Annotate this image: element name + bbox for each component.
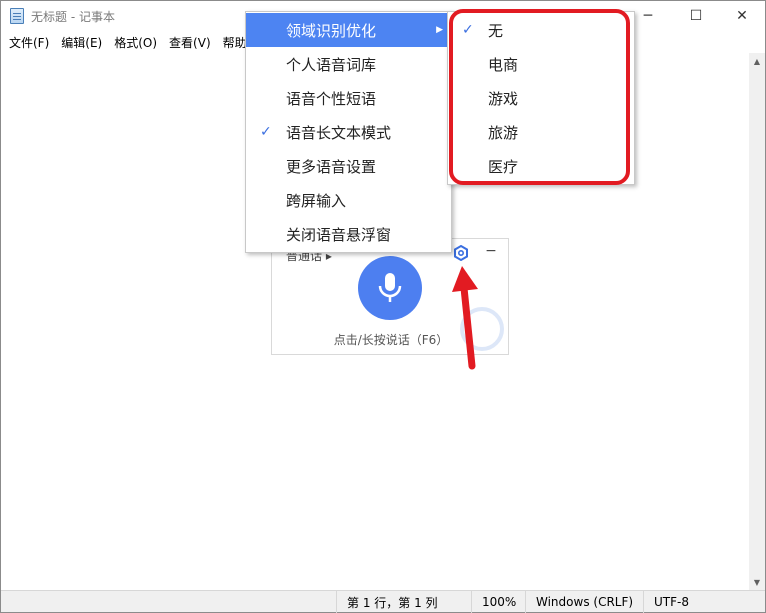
menu-file[interactable]: 文件(F): [3, 34, 55, 51]
status-line-ending: Windows (CRLF): [525, 591, 643, 613]
close-button[interactable]: ✕: [719, 1, 765, 31]
microphone-button[interactable]: [358, 256, 422, 320]
vertical-scrollbar[interactable]: ▲ ▼: [749, 53, 765, 590]
menu-format[interactable]: 格式(O): [108, 34, 163, 51]
voice-settings-menu: 领域识别优化 ▶ 个人语音词库 语音个性短语 ✓ 语音长文本模式 更多语音设置 …: [245, 11, 452, 253]
red-arrow-annotation-icon: [452, 266, 478, 370]
status-zoom: 100%: [471, 591, 525, 613]
menu-item-cross-screen-input[interactable]: 跨屏输入: [246, 183, 451, 217]
menu-item-close-floating-window[interactable]: 关闭语音悬浮窗: [246, 217, 451, 251]
check-icon: ✓: [260, 124, 272, 140]
maximize-button[interactable]: ☐: [673, 1, 719, 31]
menu-item-voice-phrases[interactable]: 语音个性短语: [246, 81, 451, 115]
status-cursor-position: 第 1 行，第 1 列: [336, 591, 471, 613]
menu-view[interactable]: 查看(V): [163, 34, 217, 51]
submenu-arrow-icon: ▶: [436, 25, 443, 35]
settings-gear-icon[interactable]: [453, 244, 469, 262]
menu-item-domain-optimization[interactable]: 领域识别优化 ▶: [246, 13, 451, 47]
notepad-app-icon: [10, 8, 24, 24]
menu-edit[interactable]: 编辑(E): [55, 34, 108, 51]
status-bar: 第 1 行，第 1 列 100% Windows (CRLF) UTF-8: [1, 590, 765, 613]
scroll-down-icon[interactable]: ▼: [749, 574, 765, 590]
window-title: 无标题 - 记事本: [31, 10, 115, 24]
menu-item-long-text-mode[interactable]: ✓ 语音长文本模式: [246, 115, 451, 149]
highlight-annotation-box: [449, 9, 630, 185]
voice-panel-minimize-button[interactable]: −: [484, 243, 498, 259]
scroll-up-icon[interactable]: ▲: [749, 53, 765, 69]
status-encoding: UTF-8: [643, 591, 765, 613]
menu-item-more-settings[interactable]: 更多语音设置: [246, 149, 451, 183]
microphone-icon: [378, 273, 402, 302]
menu-item-personal-dictionary[interactable]: 个人语音词库: [246, 47, 451, 81]
